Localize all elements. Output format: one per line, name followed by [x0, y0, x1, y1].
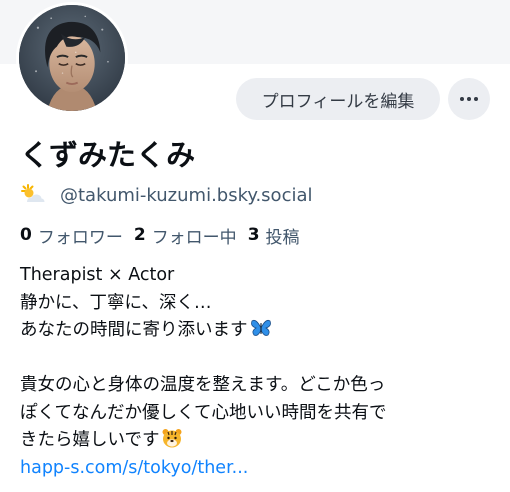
handle-row: @takumi-kuzumi.bsky.social — [20, 180, 313, 210]
bio-line: Therapist × Actor — [20, 265, 175, 285]
posts-count: 3 — [247, 225, 260, 245]
display-name: くずみたくみ — [20, 138, 196, 172]
ellipsis-dot — [467, 97, 471, 101]
bio-line: ぽくてなんだか優しくて心地いい時間を共有で — [20, 402, 387, 423]
tiger-face-icon — [162, 429, 182, 448]
posts-label: 投稿 — [265, 227, 300, 248]
bio-line: 貴女の心と身体の温度を整えます。どこか色っ — [20, 375, 386, 395]
bio-link[interactable]: happ-s.com/s/tokyo/ther... — [20, 455, 498, 483]
bio-line: きたら嬉しいです — [20, 427, 498, 455]
followers-count: 0 — [20, 225, 32, 245]
ellipsis-dot — [474, 97, 478, 101]
followers-label: フォロワー — [37, 227, 123, 248]
profile-handle[interactable]: @takumi-kuzumi.bsky.social — [60, 185, 313, 206]
avatar[interactable] — [16, 2, 128, 114]
posts-stat: 3 投稿 — [248, 223, 300, 248]
following-count: 2 — [133, 225, 146, 245]
profile-stats: 0 フォロワー 2 フォロー中 3 投稿 — [20, 222, 311, 248]
bio-line-text: あなたの時間に寄り添います — [20, 320, 248, 340]
bio-line: あなたの時間に寄り添います — [20, 317, 498, 345]
edit-profile-button[interactable]: プロフィールを編集 — [236, 78, 440, 120]
following-stat[interactable]: 2 フォロー中 — [134, 223, 237, 248]
more-options-button[interactable] — [448, 78, 490, 120]
sun-behind-cloud-icon — [21, 184, 45, 202]
bio-line: 静かに、丁寧に、深く… — [20, 292, 212, 313]
profile-bio: Therapist × Actor 静かに、丁寧に、深く… あなたの時間に寄り添… — [20, 262, 498, 482]
bio-line-text: きたら嬉しいです — [20, 430, 160, 450]
following-label: フォロー中 — [151, 227, 237, 248]
butterfly-icon — [250, 319, 271, 336]
ellipsis-icon — [460, 97, 464, 101]
bio-spacer — [20, 345, 498, 373]
followers-stat[interactable]: 0 フォロワー — [20, 223, 123, 248]
